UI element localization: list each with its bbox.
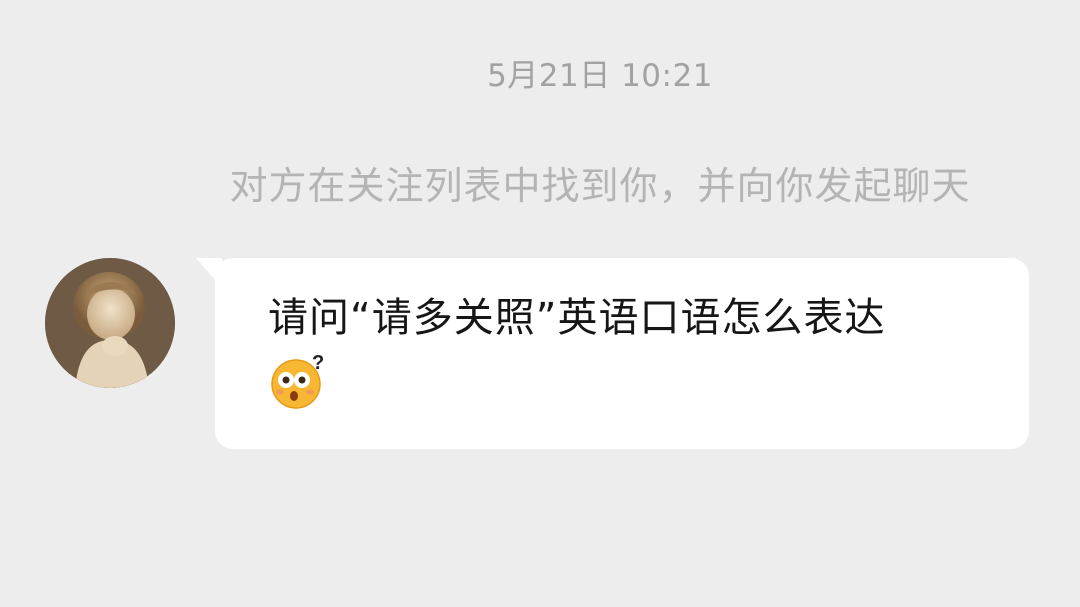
avatar-image [45,258,175,388]
sender-avatar[interactable] [45,258,175,388]
message-timestamp: 5月21日 10:21 [487,58,713,94]
svg-text:?: ? [312,352,325,374]
system-notice: 对方在关注列表中找到你，并向你发起聊天 [229,164,971,208]
flushed-question-face-icon: ? [268,352,328,412]
message-text: 请问“请多关照”英语口语怎么表达 [268,295,886,341]
chat-view: 5月21日 10:21 对方在关注列表中找到你，并向你发起聊天 请问“请多关照”… [0,0,1080,607]
message-content: 请问“请多关照”英语口语怎么表达 ? [268,287,1008,412]
